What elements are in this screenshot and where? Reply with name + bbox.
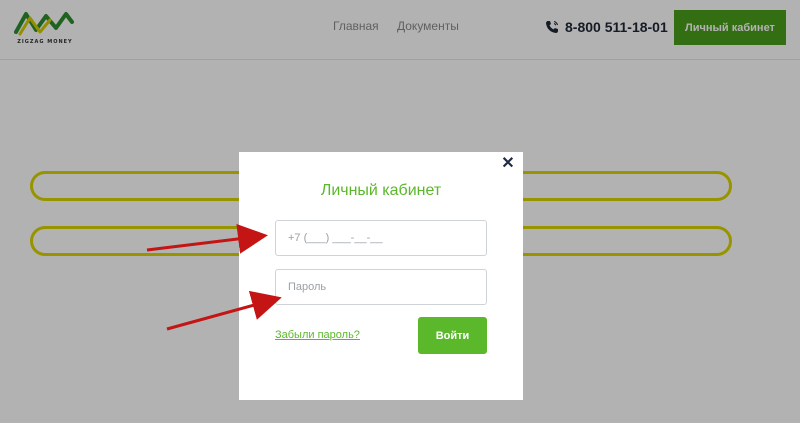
- close-icon[interactable]: ✕: [501, 156, 515, 172]
- forgot-password-link[interactable]: Забыли пароль?: [275, 329, 360, 341]
- password-input[interactable]: [275, 269, 487, 305]
- login-button[interactable]: Войти: [418, 317, 487, 354]
- modal-title: Личный кабинет: [320, 182, 442, 199]
- login-modal: ✕ Личный кабинет Забыли пароль? Войти: [239, 152, 523, 400]
- phone-input[interactable]: [275, 220, 487, 256]
